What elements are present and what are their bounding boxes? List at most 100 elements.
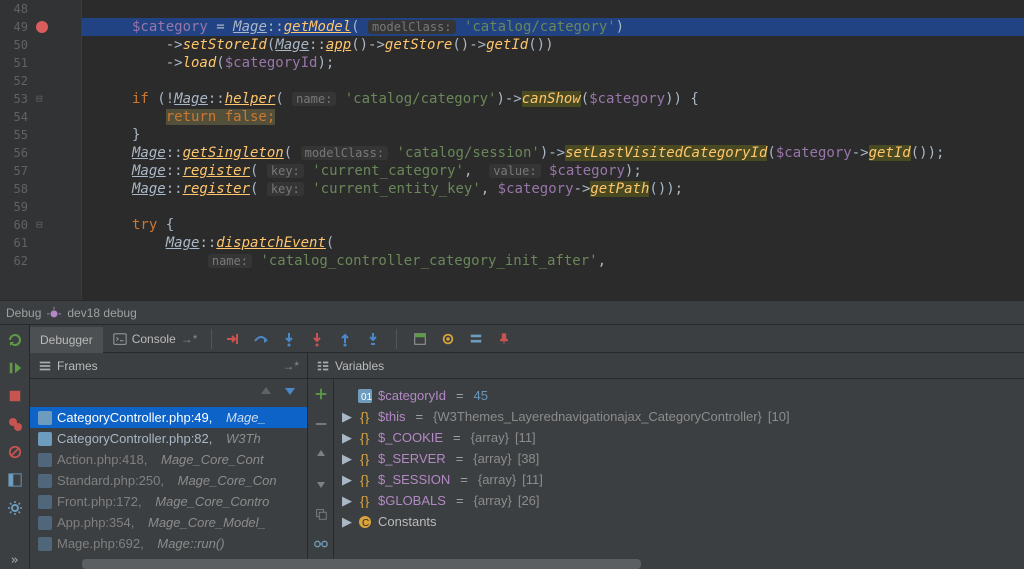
variable-row[interactable]: ▶ {} $_SERVER = {array} [38] [334,448,1024,469]
equals: = [456,451,464,466]
separator [396,329,397,349]
variable-row[interactable]: 01 $categoryId = 45 [334,385,1024,406]
line-number: 54 [0,108,34,126]
php-file-icon [38,453,52,467]
frame-location: CategoryController.php:49, [57,407,212,428]
expand-icon[interactable]: ▶ [342,472,352,488]
class-ref: Mage [233,19,267,35]
add-watch-icon[interactable] [312,385,330,403]
frames-list[interactable]: CategoryController.php:49, Mage_ Categor… [30,403,307,569]
method-call: getPath [590,181,649,197]
view-breakpoints-button[interactable] [6,415,24,433]
expand-icon[interactable]: ▶ [342,451,352,467]
variable-type: {array} [473,451,511,466]
tab-debugger[interactable]: Debugger [30,325,103,353]
variable-suffix: [10] [768,409,790,424]
code-area[interactable]: $category = Mage::getModel( modelClass: … [82,0,1024,300]
frame-row[interactable]: Mage.php:692, Mage::run() [30,533,307,554]
code-editor[interactable]: 48 49 50 51 52 53⊟ 54 55 56 57 58 59 60⊟… [0,0,1024,300]
force-step-into-icon[interactable] [308,330,326,348]
stop-button[interactable] [6,387,24,405]
equals: = [456,493,464,508]
php-file-icon [38,516,52,530]
variable-name: $this [378,409,405,424]
variable: $categoryId [225,55,318,71]
toggle-icon[interactable] [467,330,485,348]
debug-label: Debug [6,306,41,320]
method-call: helper [225,91,276,107]
frame-row[interactable]: Standard.php:250, Mage_Core_Con [30,470,307,491]
expand-icon[interactable]: ▶ [342,514,352,530]
scrollbar-thumb[interactable] [82,559,641,569]
frame-row[interactable]: Action.php:418, Mage_Core_Cont [30,449,307,470]
frames-title: Frames [57,359,98,373]
frame-row[interactable]: CategoryController.php:49, Mage_ [30,407,307,428]
frame-row[interactable]: CategoryController.php:82, W3Th [30,428,307,449]
breakpoint-icon[interactable] [36,21,48,33]
variable: $category [776,145,852,161]
line-number: 52 [0,72,34,90]
method-call: getStore [385,37,452,53]
string-literal: 'current_category' [312,163,464,179]
variables-toolbar [308,379,334,569]
evaluate-icon[interactable] [411,330,429,348]
variable-row[interactable]: ▶ {} $_COOKIE = {array} [11] [334,427,1024,448]
expand-icon[interactable]: ▶ [342,430,352,446]
scalar-icon: 01 [358,389,372,403]
equals: = [460,472,468,487]
expand-icon[interactable]: ▶ [342,493,352,509]
frame-up-button[interactable] [259,384,273,398]
run-to-cursor-icon[interactable] [364,330,382,348]
variable-row[interactable]: ▶ {} $_SESSION = {array} [11] [334,469,1024,490]
frame-context: Mage_Core_Model_ [148,512,266,533]
copy-icon[interactable] [312,505,330,523]
variables-title: Variables [335,359,384,373]
frames-header: Frames →* [30,353,307,379]
fold-icon[interactable]: ⊟ [36,216,43,234]
glasses-icon[interactable] [312,535,330,553]
variable-row[interactable]: ▶ C Constants [334,511,1024,532]
rerun-button[interactable] [6,331,24,349]
frame-down-button[interactable] [283,384,297,398]
variable-row[interactable]: ▶ {} $GLOBALS = {array} [26] [334,490,1024,511]
method-call: getModel [284,19,351,35]
expand-icon[interactable]: ▶ [342,409,352,425]
settings-button[interactable] [6,499,24,517]
frame-row[interactable]: Front.php:172, Mage_Core_Contro [30,491,307,512]
tab-label: Console [132,332,176,346]
string-literal: 'catalog/session' [397,145,540,161]
svg-text:{}: {} [360,494,370,508]
equals: = [453,430,461,445]
frame-row[interactable]: App.php:354, Mage_Core_Model_ [30,512,307,533]
up-icon[interactable] [312,445,330,463]
frame-location: Front.php:172, [57,491,142,512]
variables-tree[interactable]: 01 $categoryId = 45 ▶ {} $this = {W3Them… [334,379,1024,569]
layout-button[interactable] [6,471,24,489]
fold-icon[interactable]: ⊟ [36,90,43,108]
line-number: 58 [0,180,34,198]
method-call: setLastVisitedCategoryId [565,145,767,161]
step-out-icon[interactable] [336,330,354,348]
frame-location: CategoryController.php:82, [57,428,212,449]
thread-dropdown[interactable]: →* [282,359,299,373]
down-icon[interactable] [312,475,330,493]
frames-icon [38,359,52,373]
mute-breakpoints-button[interactable] [6,443,24,461]
step-over-icon[interactable] [252,330,270,348]
remove-watch-icon[interactable] [312,415,330,433]
class-ref: Mage [275,37,309,53]
show-execution-point-icon[interactable] [224,330,242,348]
tab-console[interactable]: Console →* [103,325,208,353]
watch-icon[interactable] [439,330,457,348]
line-number: 53 [0,90,34,108]
variable-name: $_COOKIE [378,430,443,445]
step-into-icon[interactable] [280,330,298,348]
horizontal-scrollbar[interactable] [82,559,1014,569]
class-ref: Mage [132,163,166,179]
resume-button[interactable] [6,359,24,377]
pin-icon[interactable] [495,330,513,348]
more-button[interactable]: » [6,551,24,569]
method-call: getSingleton [183,145,284,161]
variable-row[interactable]: ▶ {} $this = {W3Themes_Layerednavigation… [334,406,1024,427]
array-icon: {} [358,473,372,487]
